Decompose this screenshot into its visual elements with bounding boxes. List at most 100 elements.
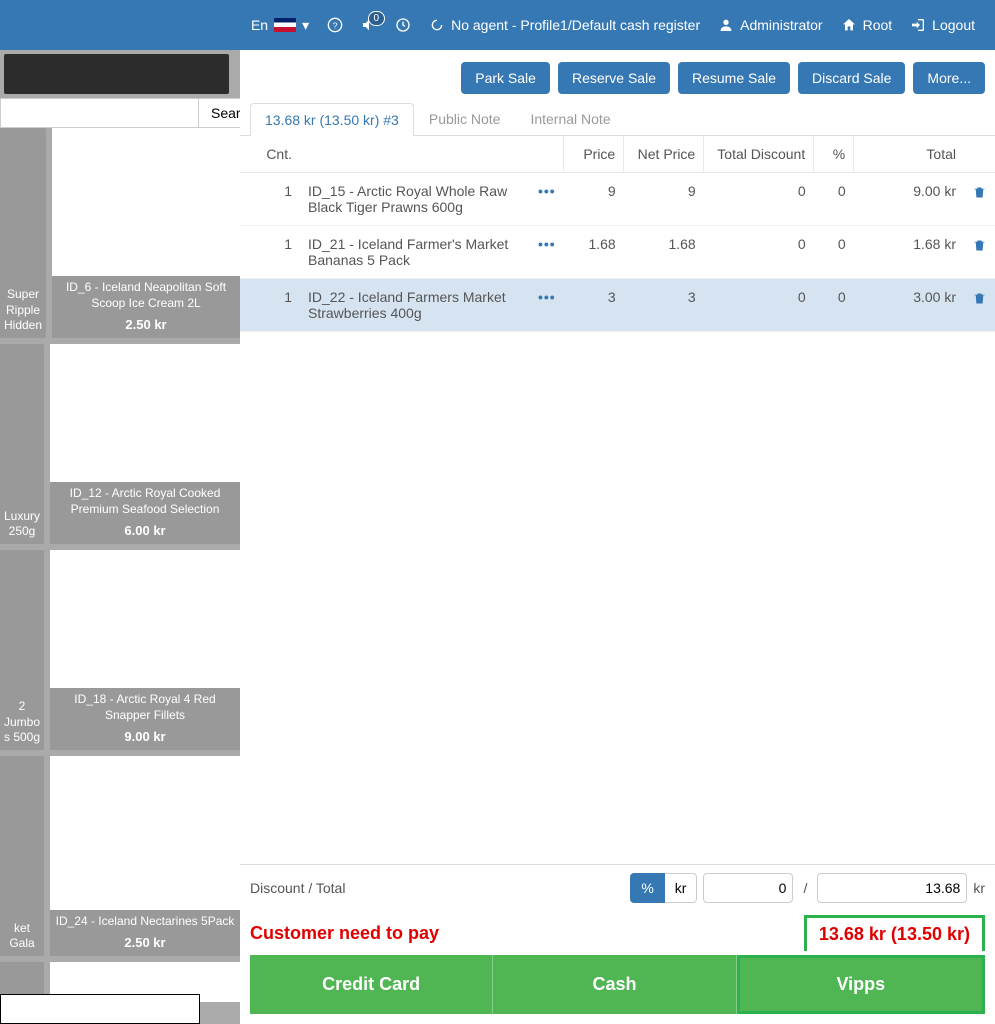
payment-buttons: Credit Card Cash Vipps bbox=[240, 955, 995, 1024]
cell-total: 1.68 kr bbox=[854, 226, 964, 279]
tab-public-note[interactable]: Public Note bbox=[414, 102, 516, 135]
product-grid: Super Ripple Hidden ID_6 - Iceland Neapo… bbox=[0, 128, 240, 1002]
row-menu-icon[interactable]: ••• bbox=[538, 183, 556, 199]
delete-row-button[interactable] bbox=[972, 183, 987, 199]
resume-sale-button[interactable]: Resume Sale bbox=[678, 62, 790, 94]
cell-net: 3 bbox=[624, 279, 704, 332]
history-button[interactable] bbox=[395, 17, 411, 33]
discount-unit-toggle: % kr bbox=[630, 873, 697, 903]
user-icon bbox=[718, 17, 734, 33]
product-price: 6.00 kr bbox=[54, 523, 236, 540]
notification-badge: 0 bbox=[368, 11, 386, 26]
language-selector[interactable]: En ▾ bbox=[251, 17, 309, 34]
product-name: ID_24 - Iceland Nectarines 5Pack bbox=[54, 914, 236, 930]
product-tile[interactable]: ID_12 - Arctic Royal Cooked Premium Seaf… bbox=[50, 344, 240, 544]
discount-input[interactable] bbox=[703, 873, 793, 903]
user-menu[interactable]: Administrator bbox=[718, 17, 822, 33]
trash-icon bbox=[972, 238, 987, 253]
help-button[interactable]: ? bbox=[327, 17, 343, 33]
cell-cnt: 1 bbox=[240, 279, 300, 332]
product-tile[interactable]: ID_18 - Arctic Royal 4 Red Snapper Fille… bbox=[50, 550, 240, 750]
total-input[interactable] bbox=[817, 873, 967, 903]
percent-toggle[interactable]: % bbox=[630, 873, 664, 903]
cell-cnt: 1 bbox=[240, 173, 300, 226]
agent-selector[interactable]: No agent - Profile1/Default cash registe… bbox=[429, 17, 700, 33]
cell-price: 3 bbox=[564, 279, 624, 332]
help-icon: ? bbox=[327, 17, 343, 33]
sale-panel: Park Sale Reserve Sale Resume Sale Disca… bbox=[240, 50, 995, 1024]
home-icon bbox=[841, 17, 857, 33]
cart-table: Cnt. Price Net Price Total Discount % To… bbox=[240, 136, 995, 332]
cell-net: 9 bbox=[624, 173, 704, 226]
product-name: ID_6 - Iceland Neapolitan Soft Scoop Ice… bbox=[56, 280, 236, 311]
logout-button[interactable]: Logout bbox=[910, 17, 975, 33]
cell-cnt: 1 bbox=[240, 226, 300, 279]
col-total: Total bbox=[854, 136, 964, 173]
cell-pct: 0 bbox=[814, 279, 854, 332]
product-tile[interactable]: ket Gala bbox=[0, 756, 44, 956]
cell-total: 3.00 kr bbox=[854, 279, 964, 332]
root-link[interactable]: Root bbox=[841, 17, 893, 33]
row-menu-icon[interactable]: ••• bbox=[538, 289, 556, 305]
cart-row[interactable]: 1ID_15 - Arctic Royal Whole Raw Black Ti… bbox=[240, 173, 995, 226]
pay-amount: 13.68 kr (13.50 kr) bbox=[804, 915, 985, 951]
more-button[interactable]: More... bbox=[913, 62, 985, 94]
cell-net: 1.68 bbox=[624, 226, 704, 279]
vipps-button[interactable]: Vipps bbox=[737, 955, 985, 1014]
discard-sale-button[interactable]: Discard Sale bbox=[798, 62, 905, 94]
product-tile[interactable]: ID_24 - Iceland Nectarines 5Pack 2.50 kr bbox=[50, 756, 240, 956]
credit-card-button[interactable]: Credit Card bbox=[250, 955, 493, 1014]
product-tile[interactable]: 2 Jumbo s 500g bbox=[0, 550, 44, 750]
col-price: Price bbox=[564, 136, 624, 173]
cell-name: ID_21 - Iceland Farmer's Market Bananas … bbox=[300, 226, 530, 279]
cell-disc: 0 bbox=[704, 173, 814, 226]
pay-label: Customer need to pay bbox=[250, 923, 804, 944]
cell-pct: 0 bbox=[814, 226, 854, 279]
cart-row[interactable]: 1ID_22 - Iceland Farmers Market Strawber… bbox=[240, 279, 995, 332]
agent-text: No agent - Profile1/Default cash registe… bbox=[451, 17, 700, 33]
product-image bbox=[50, 756, 240, 910]
cart-row[interactable]: 1ID_21 - Iceland Farmer's Market Bananas… bbox=[240, 226, 995, 279]
col-net: Net Price bbox=[624, 136, 704, 173]
cell-name: ID_22 - Iceland Farmers Market Strawberr… bbox=[300, 279, 530, 332]
park-sale-button[interactable]: Park Sale bbox=[461, 62, 550, 94]
tab-internal-note[interactable]: Internal Note bbox=[515, 102, 625, 135]
cell-price: 1.68 bbox=[564, 226, 624, 279]
cell-disc: 0 bbox=[704, 226, 814, 279]
search-input[interactable] bbox=[0, 98, 199, 128]
product-tile[interactable]: Super Ripple Hidden bbox=[0, 128, 46, 338]
totals-section: Discount / Total % kr / kr Customer need… bbox=[240, 864, 995, 1024]
search-row: Search bbox=[0, 98, 240, 128]
product-name: ID_12 - Arctic Royal Cooked Premium Seaf… bbox=[54, 486, 236, 517]
product-tile[interactable]: Luxury 250g bbox=[0, 344, 44, 544]
col-pct: % bbox=[814, 136, 854, 173]
cell-total: 9.00 kr bbox=[854, 173, 964, 226]
row-menu-icon[interactable]: ••• bbox=[538, 236, 556, 252]
product-tile[interactable]: ID_6 - Iceland Neapolitan Soft Scoop Ice… bbox=[52, 128, 240, 338]
product-name: ID_18 - Arctic Royal 4 Red Snapper Fille… bbox=[54, 692, 236, 723]
cell-name: ID_15 - Arctic Royal Whole Raw Black Tig… bbox=[300, 173, 530, 226]
announcements-button[interactable]: 0 bbox=[361, 17, 377, 33]
top-bar: En ▾ ? 0 No agent - Profile1/Default cas… bbox=[0, 0, 995, 50]
category-bar[interactable] bbox=[4, 54, 229, 94]
tab-sale[interactable]: 13.68 kr (13.50 kr) #3 bbox=[250, 103, 414, 136]
refresh-icon bbox=[429, 17, 445, 33]
trash-icon bbox=[972, 185, 987, 200]
root-label: Root bbox=[863, 17, 893, 33]
logout-icon bbox=[910, 17, 926, 33]
cash-button[interactable]: Cash bbox=[493, 955, 736, 1014]
reserve-sale-button[interactable]: Reserve Sale bbox=[558, 62, 670, 94]
delete-row-button[interactable] bbox=[972, 236, 987, 252]
delete-row-button[interactable] bbox=[972, 289, 987, 305]
logout-label: Logout bbox=[932, 17, 975, 33]
product-price: 9.00 kr bbox=[54, 729, 236, 746]
uk-flag-icon bbox=[274, 18, 296, 32]
product-image bbox=[50, 550, 240, 688]
trash-icon bbox=[972, 291, 987, 306]
user-label: Administrator bbox=[740, 17, 822, 33]
chevron-down-icon: ▾ bbox=[302, 17, 309, 34]
discount-label: Discount / Total bbox=[250, 880, 624, 896]
language-label: En bbox=[251, 17, 268, 33]
product-price: 2.50 kr bbox=[54, 935, 236, 952]
kr-toggle[interactable]: kr bbox=[665, 873, 698, 903]
